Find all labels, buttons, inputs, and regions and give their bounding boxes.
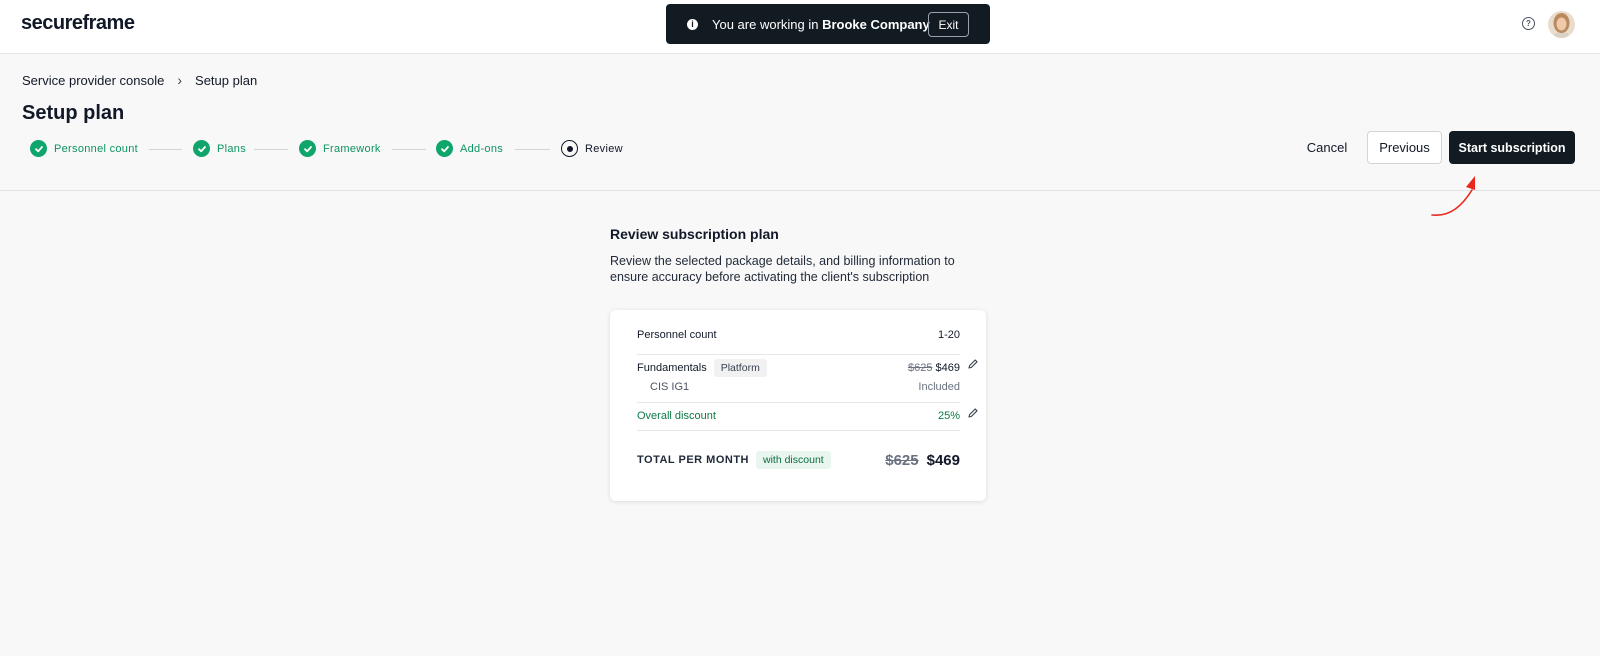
breadcrumb-service-provider-console[interactable]: Service provider console bbox=[22, 73, 164, 88]
plan-tag: Platform bbox=[713, 359, 767, 377]
total-new-price: $469 bbox=[926, 451, 960, 469]
framework-value: Included bbox=[918, 381, 960, 393]
page-header: Service provider console › Setup plan Se… bbox=[0, 54, 1600, 191]
page-title: Setup plan bbox=[22, 102, 125, 124]
breadcrumb: Service provider console › Setup plan bbox=[22, 72, 257, 88]
pencil-icon[interactable] bbox=[967, 358, 979, 370]
start-subscription-button[interactable]: Start subscription bbox=[1449, 131, 1575, 164]
step-label: Add-ons bbox=[460, 142, 504, 155]
divider bbox=[637, 430, 960, 431]
total-label: TOTAL PER MONTH bbox=[637, 454, 749, 466]
check-circle-icon bbox=[30, 140, 47, 157]
step-label: Personnel count bbox=[54, 142, 138, 155]
secureframe-logo[interactable]: secureframe bbox=[21, 12, 135, 35]
step-review[interactable]: Review bbox=[561, 140, 623, 157]
total-price: $625 $469 bbox=[885, 452, 960, 469]
check-circle-icon bbox=[193, 140, 210, 157]
current-step-icon bbox=[561, 140, 578, 157]
step-connector bbox=[515, 149, 550, 150]
personnel-row: Personnel count 1-20 bbox=[637, 327, 960, 343]
check-circle-icon bbox=[299, 140, 316, 157]
total-info: TOTAL PER MONTH with discount bbox=[637, 451, 831, 469]
discount-label: Overall discount bbox=[637, 410, 716, 422]
step-connector bbox=[392, 149, 426, 150]
banner-company-name: Brooke Company bbox=[822, 16, 930, 32]
step-plans[interactable]: Plans bbox=[193, 140, 246, 157]
review-section: Review subscription plan Review the sele… bbox=[610, 226, 990, 285]
annotation-arrow bbox=[1431, 176, 1475, 216]
framework-row: CIS IG1 Included bbox=[637, 379, 960, 395]
exit-button[interactable]: Exit bbox=[928, 12, 969, 37]
chevron-right-icon: › bbox=[177, 72, 183, 88]
help-icon[interactable]: ? bbox=[1522, 17, 1535, 30]
step-add-ons[interactable]: Add-ons bbox=[436, 140, 503, 157]
step-label: Plans bbox=[217, 142, 247, 155]
banner-message: You are working in Brooke Company bbox=[712, 16, 930, 32]
cancel-button[interactable]: Cancel bbox=[1294, 131, 1360, 163]
check-circle-icon bbox=[436, 140, 453, 157]
discount-row: Overall discount 25% bbox=[637, 408, 960, 424]
info-icon: i bbox=[687, 18, 698, 30]
total-old-price: $625 bbox=[885, 451, 919, 469]
step-connector bbox=[149, 149, 182, 150]
step-label: Review bbox=[585, 142, 623, 155]
step-label: Framework bbox=[323, 142, 381, 155]
discount-tag: with discount bbox=[756, 451, 831, 469]
plan-info: Fundamentals Platform bbox=[637, 359, 767, 377]
divider bbox=[637, 402, 960, 403]
review-description: Review the selected package details, and… bbox=[610, 254, 955, 284]
summary-card: Personnel count 1-20 Fundamentals Platfor… bbox=[610, 310, 986, 501]
plan-row: Fundamentals Platform $625 $469 bbox=[637, 354, 960, 382]
personnel-label: Personnel count bbox=[637, 329, 717, 341]
step-personnel-count[interactable]: Personnel count bbox=[30, 140, 138, 157]
step-framework[interactable]: Framework bbox=[299, 140, 381, 157]
step-connector bbox=[254, 149, 288, 150]
previous-button[interactable]: Previous bbox=[1367, 131, 1442, 164]
breadcrumb-setup-plan: Setup plan bbox=[195, 72, 258, 88]
user-avatar[interactable] bbox=[1548, 11, 1575, 38]
framework-name: CIS IG1 bbox=[650, 381, 690, 393]
plan-old-price: $625 bbox=[907, 362, 933, 374]
review-title: Review subscription plan bbox=[610, 226, 779, 242]
plan-name: Fundamentals bbox=[637, 362, 707, 374]
total-row: TOTAL PER MONTH with discount $625 $469 bbox=[637, 448, 960, 472]
discount-value: 25% bbox=[937, 410, 960, 422]
workspace-banner: i You are working in Brooke Company Exit bbox=[666, 4, 990, 44]
pencil-icon[interactable] bbox=[967, 407, 979, 419]
plan-price: $625 $469 bbox=[908, 362, 960, 374]
plan-new-price: $469 bbox=[935, 362, 960, 374]
top-bar: secureframe i You are working in Brooke … bbox=[0, 0, 1600, 54]
personnel-value: 1-20 bbox=[937, 329, 960, 341]
